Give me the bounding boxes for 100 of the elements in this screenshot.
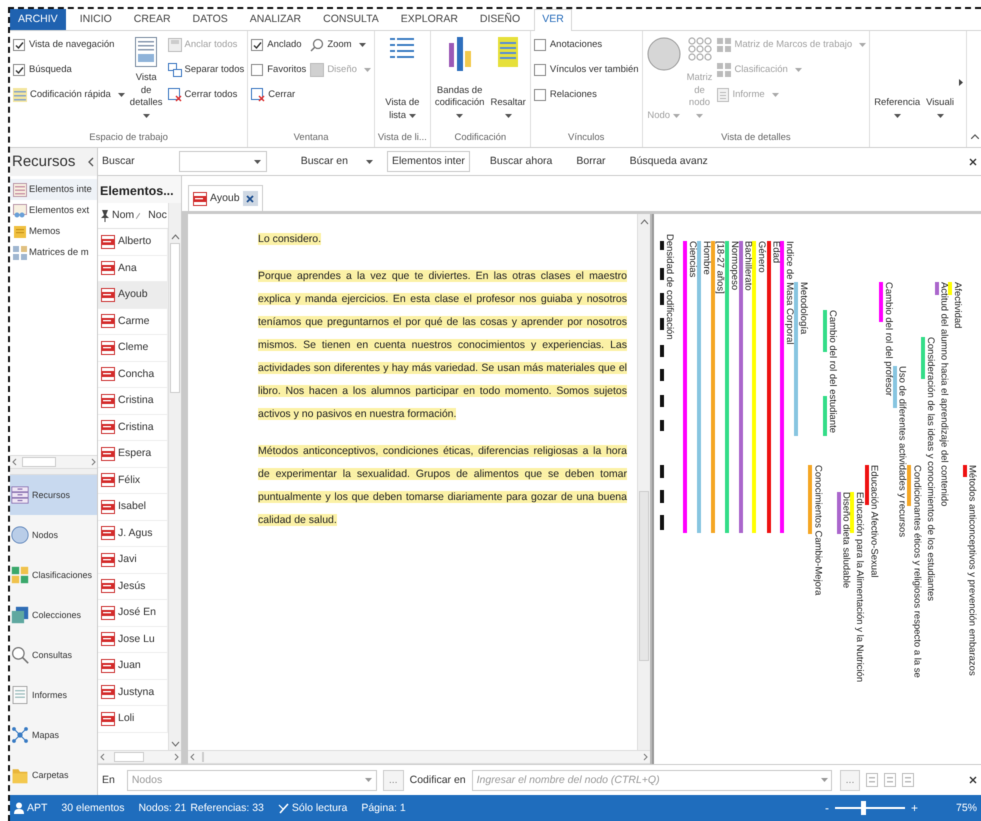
scrollbar[interactable] (637, 214, 650, 750)
checkbox[interactable] (13, 39, 25, 51)
coding-stripe[interactable] (907, 465, 912, 506)
list-row[interactable]: Alberto (98, 229, 168, 256)
search-field[interactable] (178, 151, 267, 172)
list-row[interactable]: Isabel (98, 494, 168, 520)
checkbox[interactable] (251, 64, 264, 76)
list-row[interactable]: Cristina (98, 414, 168, 441)
ribbon-button[interactable]: Vista de lista (378, 35, 427, 123)
chevron-left-icon[interactable] (88, 157, 94, 167)
nav-button[interactable]: Colecciones (10, 595, 97, 635)
checkbox-label[interactable]: Favoritos (267, 64, 306, 76)
column-header[interactable]: Nom (112, 209, 134, 222)
toolbar-button[interactable]: Búsqueda avanz (624, 155, 714, 168)
toolbar-button[interactable]: Buscar ahora (484, 155, 558, 168)
scrollbar-thumb[interactable] (202, 752, 204, 762)
checkbox[interactable] (534, 89, 546, 101)
nav-button[interactable]: Carpetas (10, 755, 97, 795)
coding-stripe[interactable] (683, 241, 688, 533)
list-row[interactable]: Cristina (98, 388, 168, 414)
list-row[interactable]: Jose Lu (98, 626, 168, 653)
scrollbar-thumb[interactable] (170, 243, 180, 393)
list-row[interactable]: José En (98, 600, 168, 626)
dropdown-button[interactable]: Buscar en (294, 155, 379, 168)
ribbon-button[interactable]: Referencia (873, 35, 922, 123)
checkbox[interactable] (534, 39, 546, 51)
scrollbar-thumb[interactable] (114, 752, 144, 762)
coding-stripe[interactable] (794, 282, 798, 436)
scrollbar[interactable] (10, 455, 97, 469)
nav-button[interactable]: Mapas (10, 715, 97, 755)
close-icon[interactable] (969, 158, 977, 166)
zoom-in-button[interactable]: + (910, 802, 918, 814)
ribbon-button[interactable]: Cerrar (251, 85, 306, 105)
nav-button[interactable]: Nodos (10, 515, 97, 555)
checkbox[interactable] (534, 64, 546, 76)
coding-stripe[interactable] (696, 241, 701, 533)
coding-stripe[interactable] (710, 241, 714, 533)
coding-stripe[interactable] (962, 465, 967, 477)
nav-button[interactable]: Recursos (10, 475, 97, 515)
checkbox-label[interactable]: Anotaciones (550, 39, 602, 51)
checkbox-label[interactable]: Vista de navegación (29, 39, 114, 51)
coding-stripe[interactable] (879, 282, 884, 322)
list-row[interactable]: Carme (98, 308, 168, 335)
list-row[interactable]: Cleme (98, 335, 168, 362)
coding-stripe[interactable] (892, 366, 897, 408)
coding-stripe[interactable] (766, 241, 771, 533)
ribbon-button[interactable]: Zoom (310, 35, 371, 55)
list-row[interactable]: Espera (98, 441, 168, 468)
ribbon-button[interactable]: Bandas de codificación (434, 35, 486, 123)
list-row[interactable]: J. Agus (98, 520, 168, 547)
scrollbar[interactable] (98, 750, 181, 764)
zoom-out-button[interactable]: - (824, 802, 829, 814)
nav-button[interactable]: Consultas (10, 635, 97, 675)
coding-stripe[interactable] (864, 465, 869, 505)
file-tab[interactable]: ARCHIV (10, 9, 66, 30)
coding-stripe[interactable] (808, 465, 812, 534)
nav-button[interactable]: Informes (10, 675, 97, 715)
checkbox-label[interactable]: Vínculos ver también (550, 64, 639, 76)
list-row[interactable]: Juan (98, 653, 168, 680)
chevron-up-icon[interactable] (970, 134, 979, 139)
coding-stripe[interactable] (934, 282, 939, 295)
checkbox[interactable] (13, 64, 25, 76)
close-icon[interactable] (246, 194, 254, 202)
list-row[interactable]: Justyna (98, 680, 168, 706)
column-header[interactable]: Noc (148, 209, 167, 222)
close-icon[interactable] (969, 776, 977, 784)
tree-item[interactable]: Elementos ext (10, 200, 96, 221)
coding-stripe[interactable] (738, 241, 743, 533)
nav-button[interactable]: Clasificaciones (10, 555, 97, 595)
checkbox-label[interactable]: Búsqueda (29, 64, 72, 76)
close-button[interactable] (242, 191, 258, 206)
list-row[interactable]: Javi (98, 547, 168, 574)
scrollbar[interactable] (188, 750, 650, 764)
checkbox-label[interactable]: Anclado (267, 39, 302, 51)
chevron-up-icon[interactable] (640, 218, 648, 226)
ribbon-button[interactable]: Resaltar (489, 35, 527, 123)
coding-stripe[interactable] (780, 241, 784, 533)
ribbon-button[interactable]: Visuali (925, 35, 955, 123)
checkbox[interactable] (251, 39, 264, 51)
toolbar-button[interactable]: Borrar (570, 155, 612, 168)
chevron-down-icon[interactable] (170, 740, 180, 748)
document-tab[interactable]: Ayoub (188, 185, 263, 211)
node-field[interactable]: Ingresar el nombre del nodo (CTRL+Q) (472, 770, 832, 790)
list-row[interactable]: Concha (98, 362, 168, 388)
ribbon-button[interactable]: Cerrar todos (168, 85, 244, 105)
tree-item[interactable]: Matrices de m (10, 242, 95, 263)
tree-item[interactable]: Memos (10, 221, 66, 242)
ribbon-button[interactable]: Vista de detalles (128, 35, 164, 123)
scrollbar[interactable] (168, 203, 181, 750)
ribbon-tab[interactable]: VER (534, 9, 572, 31)
list-row[interactable]: Loli (98, 706, 168, 732)
scope-field[interactable]: Elementos inter (386, 151, 470, 172)
chevron-up-icon[interactable] (170, 233, 180, 241)
list-row[interactable]: Félix (98, 468, 168, 494)
list-row[interactable]: Ayoub (98, 282, 168, 308)
scrollbar-thumb[interactable] (639, 491, 649, 661)
list-row[interactable]: Jesús (98, 574, 168, 600)
arrow-right-icon[interactable] (958, 78, 963, 86)
checkbox-label[interactable]: Relaciones (550, 89, 597, 101)
list-row[interactable]: Ana (98, 256, 168, 282)
